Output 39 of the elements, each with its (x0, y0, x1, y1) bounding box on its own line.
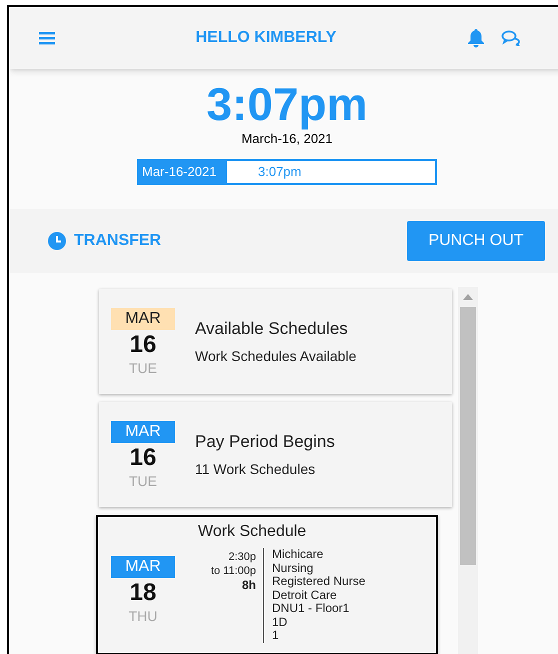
schedule-card[interactable]: Work Schedule MAR 18 THU 2:30p to 11:00p 8h Michicare Nursing Registered Nurse Detroit Care DNU1 - Floor1 1D 1 (96, 515, 438, 654)
detail-line: Detroit Care (272, 588, 338, 602)
menu-icon[interactable] (39, 31, 55, 45)
detail-line: Michicare (272, 548, 324, 562)
shift-hours: 8h (242, 578, 256, 592)
month-badge: MAR (111, 308, 175, 330)
card-subtitle: 11 Work Schedules (195, 460, 316, 479)
weekday-label: TUE (129, 472, 157, 488)
schedule-card[interactable]: MAR 16 TUE Available Schedules Work Schedules Available (99, 289, 452, 394)
card-title: Pay Period Begins (195, 431, 335, 454)
day-number: 16 (130, 442, 156, 472)
scrollbar[interactable] (458, 287, 478, 654)
weekday-label: TUE (129, 360, 157, 376)
time-value: 3:07pm (257, 162, 302, 181)
month-badge: MAR (111, 556, 175, 578)
end-time: to 11:00p (210, 564, 256, 578)
detail-line: 1D (272, 616, 288, 629)
greeting-title: HELLO KIMBERLY (194, 28, 338, 48)
day-number: 16 (130, 330, 156, 360)
scroll-up-icon[interactable] (463, 294, 473, 300)
date-value: Mar-16-2021 (139, 160, 227, 182)
weekday-label: THU (128, 608, 158, 624)
schedule-card[interactable]: MAR 16 TUE Pay Period Begins 11 Work Schedules (99, 402, 452, 507)
month-badge: MAR (111, 420, 175, 442)
detail-line: DNU1 - Floor1 (272, 602, 350, 616)
day-number: 18 (130, 578, 156, 608)
detail-line: 1 (272, 629, 280, 642)
card-title: Available Schedules (195, 318, 349, 340)
bell-icon[interactable] (467, 28, 485, 48)
card-subtitle: Work Schedules Available (195, 346, 356, 366)
detail-line: Nursing (272, 562, 314, 575)
card-title: Work Schedule (197, 522, 308, 542)
clock-date: March-16, 2021 (241, 130, 333, 148)
start-time: 2:30p (228, 550, 256, 564)
scrollbar-thumb[interactable] (460, 307, 476, 565)
clock-icon (47, 231, 67, 251)
clock-time: 3:07pm (206, 81, 368, 127)
chat-icon[interactable] (501, 30, 521, 46)
detail-line: Registered Nurse (272, 575, 366, 588)
